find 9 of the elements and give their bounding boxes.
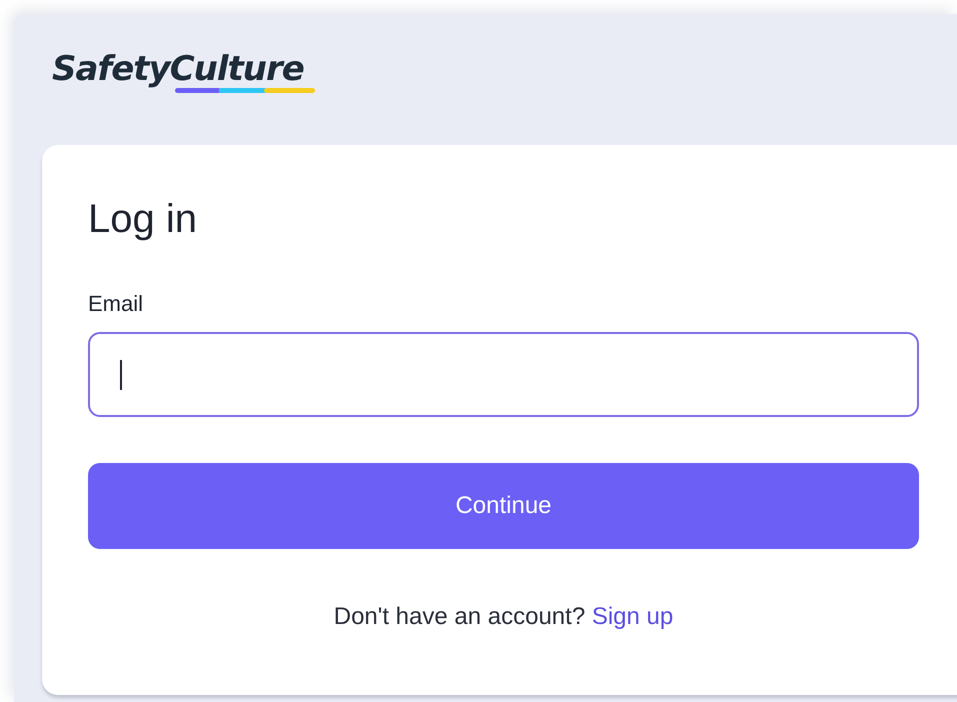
logo-text: SafetyCulture — [52, 52, 304, 86]
email-label: Email — [88, 290, 144, 318]
logo-underline-icon — [175, 88, 315, 93]
continue-button[interactable]: Continue — [88, 463, 919, 549]
login-title: Log in — [88, 196, 198, 243]
text-cursor-icon — [120, 360, 122, 390]
sign-up-link[interactable]: Sign up — [592, 603, 674, 630]
signup-prompt: Don't have an account? Sign up — [332, 603, 674, 631]
email-field[interactable] — [88, 332, 919, 417]
